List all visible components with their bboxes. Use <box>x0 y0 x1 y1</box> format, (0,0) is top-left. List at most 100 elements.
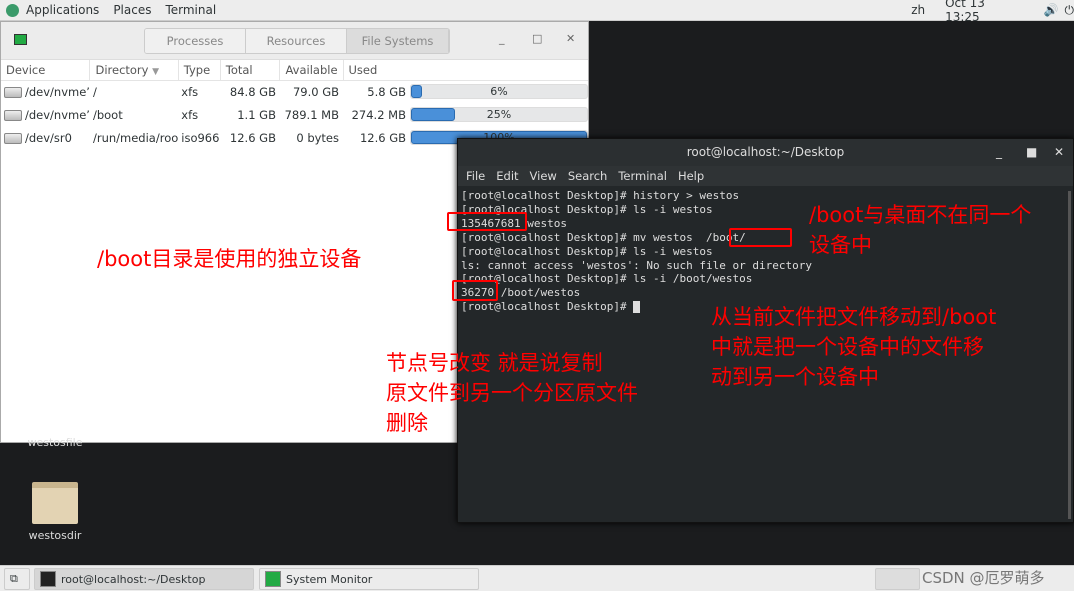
annotation-line: 节点号改变 就是说复制 <box>386 351 603 375</box>
directory-cell: / <box>92 84 97 99</box>
table-row[interactable]: /dev/nvme’ /boot xfs 1.1 GB 789.1 MB 274… <box>1 103 588 126</box>
col-type[interactable]: Type <box>178 60 221 81</box>
annotation: /boot与桌面不在同一个 设备中 <box>809 200 1031 260</box>
total-cell: 12.6 GB <box>229 130 276 145</box>
used-value: 5.8 GB <box>367 84 406 99</box>
annotation: 从当前文件把文件移动到/boot 中就是把一个设备中的文件移 动到另一个设备中 <box>711 302 996 392</box>
col-directory[interactable]: Directory ▼ <box>89 60 179 81</box>
filesystems-table: Device Directory ▼ Type Total Available … <box>1 60 588 149</box>
directory-cell: /boot <box>92 107 123 122</box>
device-name: /dev/sr0 <box>25 130 72 145</box>
terminal-line: 36270 /boot/westos <box>461 286 581 300</box>
maximize-button[interactable]: ■ <box>1026 139 1037 166</box>
apps-logo-icon <box>6 4 19 17</box>
type-cell: xfs <box>181 84 199 99</box>
taskbar-item-system-monitor[interactable]: System Monitor <box>259 568 479 590</box>
desktop-icon-label: westosdir <box>28 529 82 542</box>
annotation-line: 从当前文件把文件移动到/boot <box>711 305 997 329</box>
menu-edit[interactable]: Edit <box>496 169 518 183</box>
highlight-box <box>729 228 792 247</box>
annotation-line: 动到另一个设备中 <box>711 365 879 389</box>
taskbar-item-terminal[interactable]: root@localhost:~/Desktop <box>34 568 254 590</box>
terminal-line: [root@localhost Desktop]# ls -i /boot/we… <box>461 272 753 286</box>
device-cell: /dev/sr0 <box>1 126 90 149</box>
tab-resources[interactable]: Resources <box>246 29 347 53</box>
terminal-icon <box>40 571 56 587</box>
terminal-menubar: File Edit View Search Terminal Help <box>458 166 1073 186</box>
monitor-app-icon <box>14 34 27 45</box>
minimize-button[interactable]: _ <box>996 139 1002 166</box>
total-cell: 1.1 GB <box>237 107 276 122</box>
menu-search[interactable]: Search <box>568 169 608 183</box>
scrollbar[interactable] <box>1068 191 1071 519</box>
drive-icon <box>4 109 22 121</box>
monitor-icon <box>265 571 281 587</box>
device-cell: /dev/nvme’ <box>1 80 90 103</box>
drive-icon <box>4 132 22 144</box>
available-cell: 789.1 MB <box>284 107 339 122</box>
minimize-button[interactable]: _ <box>499 32 505 45</box>
taskbar-item-label: System Monitor <box>286 572 373 586</box>
language-indicator[interactable]: zh <box>911 3 925 17</box>
col-total[interactable]: Total <box>220 60 281 81</box>
type-cell: iso966 <box>181 130 220 145</box>
menu-help[interactable]: Help <box>678 169 704 183</box>
close-button[interactable]: ✕ <box>1054 139 1064 166</box>
taskbar-item-label: root@localhost:~/Desktop <box>61 572 206 586</box>
menu-view[interactable]: View <box>530 169 557 183</box>
total-cell: 84.8 GB <box>229 84 276 99</box>
close-button[interactable]: ✕ <box>566 32 575 45</box>
annotation-line: 原文件到另一个分区原文件 <box>386 381 638 405</box>
usage-bar: 6% <box>410 84 588 100</box>
terminal-title: root@localhost:~/Desktop <box>686 145 845 159</box>
clock[interactable]: Oct 13 13:25 <box>945 0 1001 24</box>
col-device[interactable]: Device <box>1 60 91 81</box>
device-cell: /dev/nvme’ <box>1 103 90 126</box>
folder-icon <box>32 482 78 524</box>
available-cell: 79.0 GB <box>292 84 339 99</box>
col-directory-label: Directory <box>95 62 149 77</box>
highlight-box <box>447 212 527 231</box>
terminal-line: ls: cannot access 'westos': No such file… <box>461 258 812 272</box>
usage-percent: 25% <box>486 108 512 121</box>
annotation-line: 设备中 <box>809 233 872 257</box>
maximize-button[interactable]: □ <box>532 32 542 45</box>
table-row[interactable]: /dev/nvme’ / xfs 84.8 GB 79.0 GB 5.8 GB 6… <box>1 80 588 103</box>
directory-cell: /run/media/roo <box>92 130 179 145</box>
menu-terminal[interactable]: Terminal <box>618 169 667 183</box>
used-value: 274.2 MB <box>351 107 406 122</box>
annotation-line: /boot与桌面不在同一个 <box>809 203 1032 227</box>
desktop-icon-westosdir[interactable]: westosdir <box>20 482 90 542</box>
col-available[interactable]: Available <box>279 60 344 81</box>
terminal-titlebar: root@localhost:~/Desktop _ ■ ✕ <box>458 139 1073 166</box>
workspace-switcher[interactable] <box>875 568 920 590</box>
applications-menu[interactable]: Applications <box>26 3 99 17</box>
annotation-line: 删除 <box>386 411 428 435</box>
desktop-icon-westosfile[interactable]: westosfile <box>20 436 90 449</box>
places-menu[interactable]: Places <box>113 3 151 17</box>
cursor <box>633 301 641 314</box>
annotation: 节点号改变 就是说复制原文件到另一个分区原文件 删除 <box>386 348 638 438</box>
sort-down-icon: ▼ <box>152 66 160 77</box>
header-bar: Processes Resources File Systems _ □ ✕ <box>1 22 588 60</box>
annotation: /boot目录是使用的独立设备 <box>97 247 362 271</box>
usage-bar: 25% <box>410 107 588 122</box>
usage-percent: 6% <box>490 85 508 99</box>
terminal-menu[interactable]: Terminal <box>165 3 216 17</box>
menu-file[interactable]: File <box>466 169 485 183</box>
used-cell: 5.8 GB 6% <box>343 80 588 103</box>
tab-processes[interactable]: Processes <box>145 29 246 53</box>
col-used[interactable]: Used <box>343 60 588 81</box>
taskbar: ⧉ root@localhost:~/Desktop System Monito… <box>0 565 1074 591</box>
power-icon[interactable]: ⏻ <box>1065 3 1074 18</box>
annotation-line: 中就是把一个设备中的文件移 <box>711 335 984 359</box>
volume-icon[interactable]: 🔊 <box>1044 3 1059 17</box>
drive-icon <box>4 86 22 98</box>
device-name: /dev/nvme’ <box>25 107 90 122</box>
show-desktop-button[interactable]: ⧉ <box>4 568 30 590</box>
highlight-box <box>452 280 498 301</box>
device-name: /dev/nvme’ <box>25 84 90 99</box>
top-bar: Applications Places Terminal zh Oct 13 1… <box>0 0 1074 24</box>
tab-file-systems[interactable]: File Systems <box>347 29 449 53</box>
used-value: 12.6 GB <box>359 130 406 145</box>
